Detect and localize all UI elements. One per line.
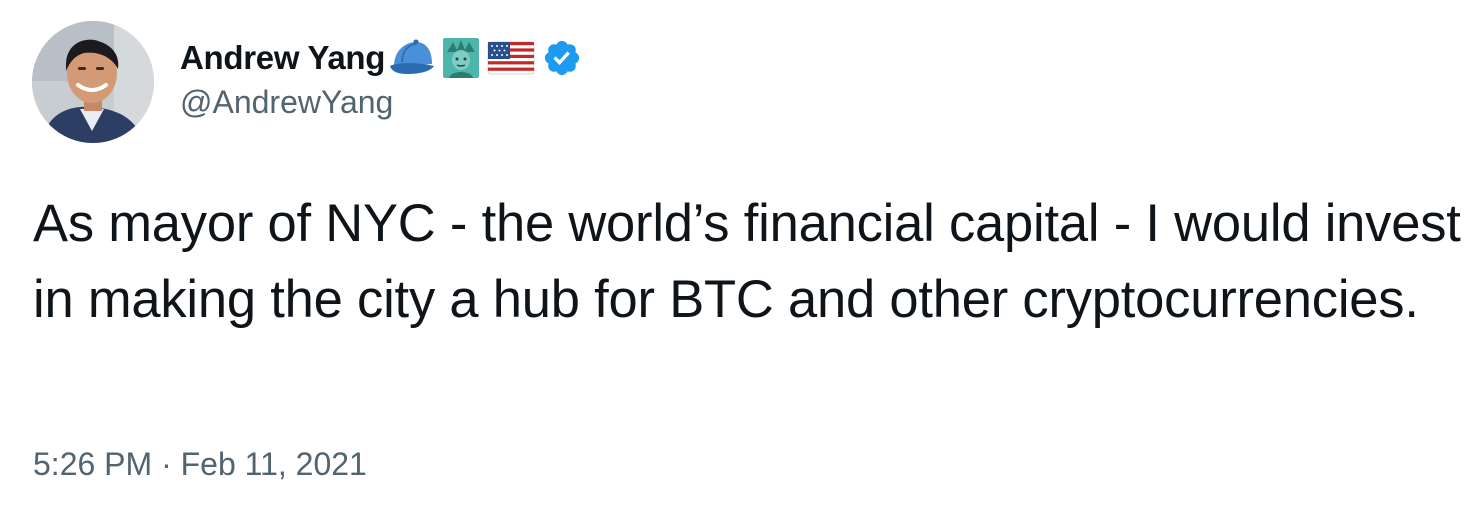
tweet-time: 5:26 PM (33, 446, 153, 482)
author-display-name[interactable]: Andrew Yang (180, 39, 385, 77)
verified-badge-icon (542, 38, 582, 78)
avatar-photo (32, 21, 154, 143)
tweet-text: As mayor of NYC - the world’s financial … (33, 194, 1461, 329)
author-handle[interactable]: @AndrewYang (180, 84, 393, 121)
timestamp-separator: · (152, 446, 181, 482)
tweet-card: Andrew Yang @AndrewYang As mayor of NYC … (0, 0, 1481, 521)
blue-cap-icon (388, 36, 436, 80)
tweet-timestamp[interactable]: 5:26 PM · Feb 11, 2021 (33, 446, 367, 483)
author-name-row: Andrew Yang (180, 36, 582, 80)
avatar[interactable] (32, 21, 154, 143)
us-flag-icon (486, 38, 536, 78)
statue-of-liberty-icon (439, 36, 483, 80)
tweet-date: Feb 11, 2021 (180, 446, 367, 482)
